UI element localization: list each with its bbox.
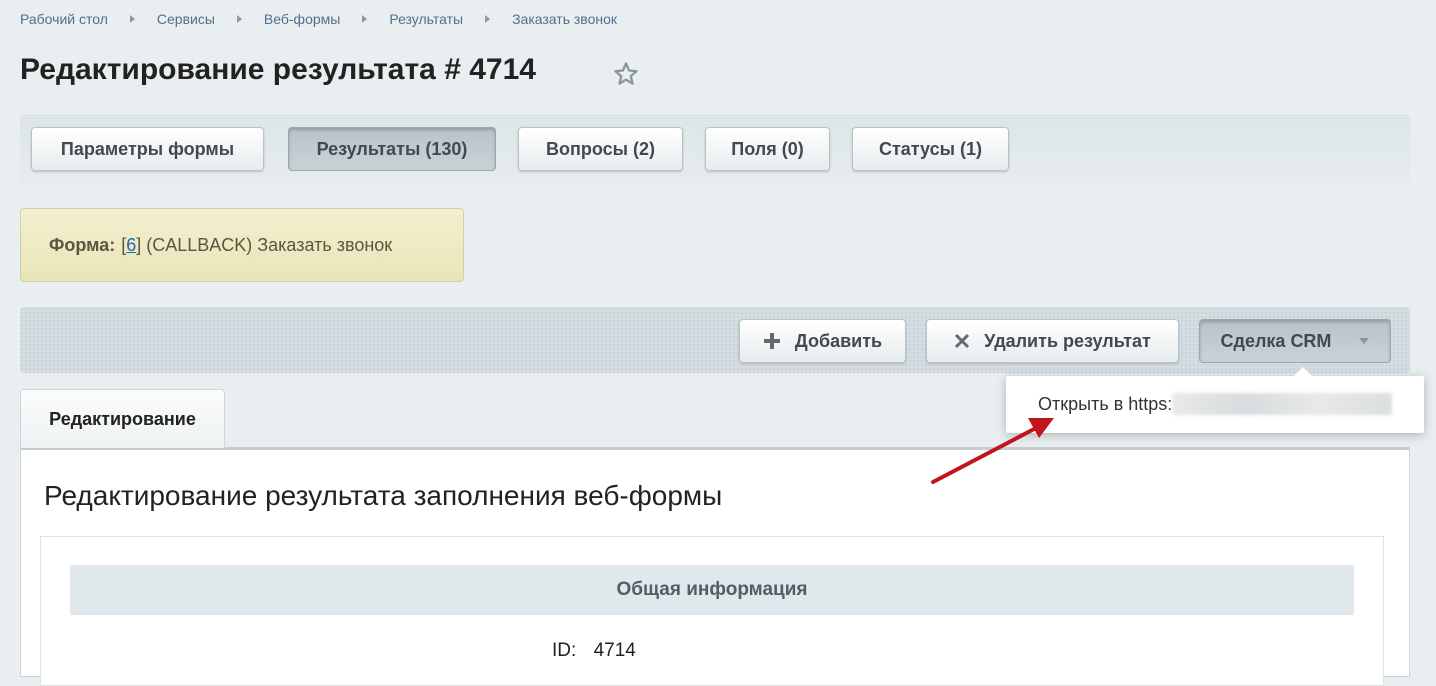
add-button[interactable]: Добавить xyxy=(739,319,906,363)
breadcrumb-separator-icon xyxy=(362,15,368,23)
id-label: ID: xyxy=(552,640,577,661)
close-icon xyxy=(954,333,970,349)
form-id-link[interactable]: 6 xyxy=(126,235,136,256)
dropdown-item-open-in-crm[interactable]: Открыть в https: xyxy=(1038,393,1393,415)
crm-dropdown-menu: Открыть в https: xyxy=(1006,367,1424,433)
edit-content-panel: Редактирование результата заполнения веб… xyxy=(20,447,1410,686)
page-title: Редактирование результата # 4714 xyxy=(20,53,536,86)
chevron-down-icon xyxy=(1359,338,1370,344)
dropdown-item-label: Открыть в https: xyxy=(1038,393,1173,414)
tab-editing[interactable]: Редактирование xyxy=(20,389,225,448)
add-button-label: Добавить xyxy=(794,330,883,351)
breadcrumb-item-desktop[interactable]: Рабочий стол xyxy=(20,11,108,27)
blurred-url xyxy=(1172,393,1393,415)
star-icon[interactable] xyxy=(612,60,640,88)
breadcrumb-separator-icon xyxy=(485,15,491,23)
form-info-label: Форма: xyxy=(49,234,116,255)
plus-icon xyxy=(763,332,781,350)
breadcrumb-item-results[interactable]: Результаты xyxy=(389,11,463,27)
section-title: Редактирование результата заполнения веб… xyxy=(44,480,723,511)
breadcrumb-item-services[interactable]: Сервисы xyxy=(157,11,215,27)
breadcrumb: Рабочий стол Сервисы Веб-формы Результат… xyxy=(20,11,617,27)
breadcrumb-separator-icon xyxy=(129,15,135,23)
tab-statuses[interactable]: Статусы (1) xyxy=(852,127,1009,171)
crm-deal-dropdown-button[interactable]: Сделка CRM xyxy=(1199,319,1391,363)
tab-fields[interactable]: Поля (0) xyxy=(705,127,830,171)
form-info-text: ] (CALLBACK) Заказать звонок xyxy=(136,234,393,255)
breadcrumb-separator-icon xyxy=(236,15,242,23)
group-header: Общая информация xyxy=(70,565,1354,615)
form-fields-box: Общая информация ID: 4714 xyxy=(40,536,1384,686)
delete-button-label: Удалить результат xyxy=(984,330,1151,351)
breadcrumb-item-callback[interactable]: Заказать звонок xyxy=(512,11,617,27)
crm-button-label: Сделка CRM xyxy=(1220,330,1332,351)
breadcrumb-item-webforms[interactable]: Веб-формы xyxy=(264,11,340,27)
tab-results[interactable]: Результаты (130) xyxy=(288,127,496,171)
delete-result-button[interactable]: Удалить результат xyxy=(926,319,1179,363)
tab-questions[interactable]: Вопросы (2) xyxy=(518,127,683,171)
id-field-row: ID: 4714 xyxy=(552,640,636,662)
form-info-box: Форма: [ 6 ] (CALLBACK) Заказать звонок xyxy=(20,208,464,282)
id-value: 4714 xyxy=(593,640,636,661)
tab-form-params[interactable]: Параметры формы xyxy=(31,127,264,171)
